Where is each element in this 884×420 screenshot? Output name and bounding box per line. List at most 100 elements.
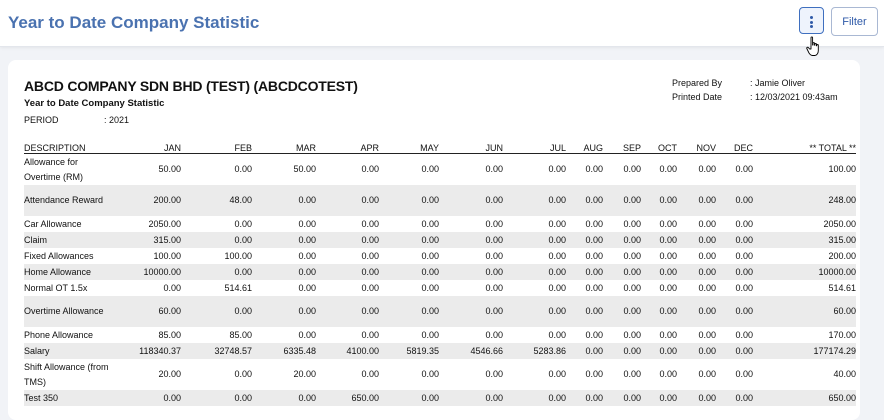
table-row: Shift Allowance (from TMS) 20.00 0.00 20.00…: [24, 359, 856, 390]
column-header: ** TOTAL **: [753, 140, 856, 154]
table-row: Overtime Allowance 60.00 0.00 0.00 0.00 0.00 0…: [24, 296, 856, 327]
table-cell: 0.00: [585, 218, 603, 229]
table-cell: 0.00: [485, 218, 503, 229]
table-cell: 0.00: [379, 232, 439, 248]
table-cell: 0.00: [698, 218, 716, 229]
row-description: Test 350: [24, 390, 114, 406]
table-cell: 0.00: [585, 329, 603, 340]
table-cell: 0.00: [735, 329, 753, 340]
table-cell: 40.00: [833, 369, 856, 379]
table-cell: 0.00: [316, 264, 379, 280]
table-cell: 0.00: [641, 343, 677, 359]
table-cell: 0.00: [716, 185, 753, 216]
table-cell: 0.00: [735, 250, 753, 261]
table-cell: 0.00: [181, 264, 252, 280]
hand-cursor-icon: [806, 36, 819, 56]
table-cell: 0.00: [439, 185, 503, 216]
table-cell: 0.00: [503, 264, 566, 280]
table-cell: 0.00: [659, 164, 677, 174]
table-cell: 0.00: [641, 264, 677, 280]
table-cell: 0.00: [566, 185, 603, 216]
table-cell: 0.00: [659, 329, 677, 340]
period-value: : 2021: [104, 115, 130, 125]
table-cell: 0.00: [623, 250, 641, 261]
table-cell: 0.00: [298, 282, 316, 293]
table-row: Phone Allowance 85.00 85.00 0.00 0.00 0.00 0.0…: [24, 327, 856, 343]
table-cell: 0.00: [677, 185, 716, 216]
table-cell: 0.00: [698, 329, 716, 340]
table-cell: 0.00: [641, 296, 677, 327]
table-cell: 315.00: [753, 232, 856, 248]
table-cell: 0.00: [677, 343, 716, 359]
column-header: OCT: [641, 140, 677, 154]
table-cell: 0.00: [716, 343, 753, 359]
table-cell: 0.00: [716, 296, 753, 327]
table-cell: 5819.35: [379, 343, 439, 359]
table-cell: 0.00: [316, 185, 379, 216]
table-cell: 0.00: [163, 282, 181, 293]
table-cell: 0.00: [585, 282, 603, 293]
table-cell: 0.00: [485, 250, 503, 261]
table-cell: 60.00: [753, 296, 856, 327]
table-cell: 248.00: [753, 185, 856, 216]
column-header: JUN: [439, 140, 503, 154]
row-description: Allowance for Overtime (RM): [24, 156, 83, 182]
table-cell: 0.00: [548, 218, 566, 229]
filter-button[interactable]: Filter: [831, 7, 878, 36]
table-cell: 100.00: [153, 250, 181, 261]
table-cell: 0.00: [548, 369, 566, 379]
table-cell: 0.00: [698, 250, 716, 261]
table-cell: 0.00: [181, 296, 252, 327]
table-row: Salary 118340.37 32748.57 6335.48 4100.00 581…: [24, 343, 856, 359]
table-cell: 0.00: [735, 164, 753, 174]
table-cell: 200.00: [828, 250, 856, 261]
column-header: MAY: [379, 140, 439, 154]
table-cell: 0.00: [603, 343, 641, 359]
table-cell: 0.00: [485, 369, 503, 379]
column-header: DESCRIPTION: [24, 140, 114, 154]
table-cell: 48.00: [181, 185, 252, 216]
table-cell: 20.00: [293, 369, 316, 379]
report-card: ABCD COMPANY SDN BHD (TEST) (ABCDCOTEST)…: [8, 60, 860, 420]
row-description: Normal OT 1.5x: [24, 282, 88, 293]
column-header: NOV: [677, 140, 716, 154]
column-header: JUL: [503, 140, 566, 154]
row-description: Claim: [24, 232, 114, 248]
vertical-dots-icon: [810, 16, 813, 30]
table-cell: 177174.29: [753, 343, 856, 359]
table-cell: 315.00: [114, 232, 181, 248]
table-row: Claim 315.00 0.00 0.00 0.00 0.00 0.00 0.00 0.00 0…: [24, 232, 856, 248]
table-cell: 0.00: [421, 329, 439, 340]
table-cell: 50.00: [293, 164, 316, 174]
page-title: Year to Date Company Statistic: [8, 13, 260, 32]
table-cell: 0.00: [439, 296, 503, 327]
table-row: Normal OT 1.5x 0.00 514.61 0.00 0.00 0.00 0.00…: [24, 280, 856, 296]
table-cell: 0.00: [421, 164, 439, 174]
table-row: Fixed Allowances 100.00 100.00 0.00 0.00 0.00…: [24, 248, 856, 264]
table-cell: 0.00: [698, 282, 716, 293]
table-cell: 0.00: [735, 369, 753, 379]
table-row: Home Allowance 10000.00 0.00 0.00 0.00 0.00 0.…: [24, 264, 856, 280]
table-cell: 0.00: [623, 369, 641, 379]
table-cell: 0.00: [716, 390, 753, 406]
table-cell: 60.00: [114, 296, 181, 327]
table-cell: 0.00: [735, 282, 753, 293]
table-cell: 0.00: [677, 390, 716, 406]
table-cell: 85.00: [158, 329, 181, 340]
printed-date-label: Printed Date: [672, 92, 723, 102]
table-row: Attendance Reward 200.00 48.00 0.00 0.00 0.00…: [24, 185, 856, 216]
table-cell: 0.00: [234, 369, 252, 379]
table-cell: 0.00: [252, 390, 316, 406]
table-cell: 2050.00: [148, 218, 181, 229]
table-cell: 0.00: [566, 296, 603, 327]
row-description: Overtime Allowance: [24, 296, 114, 327]
table-cell: 6335.48: [252, 343, 316, 359]
more-options-button[interactable]: [799, 7, 824, 34]
table-cell: 170.00: [828, 329, 856, 340]
table-cell: 0.00: [677, 296, 716, 327]
table-cell: 0.00: [316, 232, 379, 248]
table-cell: 0.00: [421, 369, 439, 379]
table-cell: 0.00: [298, 250, 316, 261]
column-header: AUG: [566, 140, 603, 154]
table-cell: 0.00: [698, 164, 716, 174]
